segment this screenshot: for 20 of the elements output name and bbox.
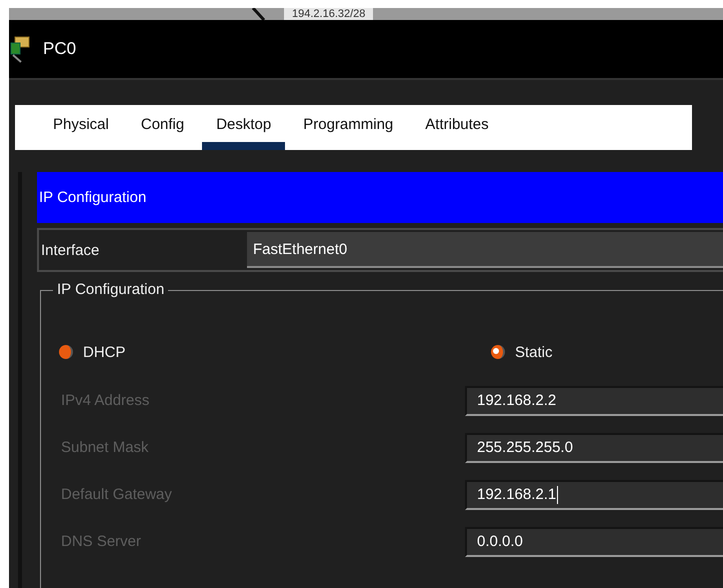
field-label: Interface xyxy=(40,242,100,258)
radio-label: Static xyxy=(515,344,553,360)
group-legend: IP Configuration xyxy=(53,281,168,299)
field-label: Default Gateway xyxy=(60,486,173,503)
radio-button[interactable] xyxy=(59,345,73,359)
cable-line xyxy=(252,8,266,20)
radio-button[interactable] xyxy=(491,345,505,359)
radio-label: DHCP xyxy=(83,344,126,360)
window-title: PC0 xyxy=(43,39,76,59)
field-label: DNS Server xyxy=(60,533,142,550)
tab[interactable]: Physical xyxy=(39,107,123,150)
network-label: 194.2.16.32/28 xyxy=(284,8,374,20)
section-header: IP Configuration xyxy=(37,172,723,223)
tab[interactable]: Attributes xyxy=(411,107,503,150)
field-label: IPv4 Address xyxy=(60,392,150,409)
field-label: Subnet Mask xyxy=(60,439,150,456)
interface-field[interactable]: FastEthernet0 xyxy=(247,232,723,268)
tab[interactable]: Programming xyxy=(289,107,408,150)
tab[interactable]: Config xyxy=(126,107,198,150)
tab[interactable]: Desktop xyxy=(202,107,286,150)
